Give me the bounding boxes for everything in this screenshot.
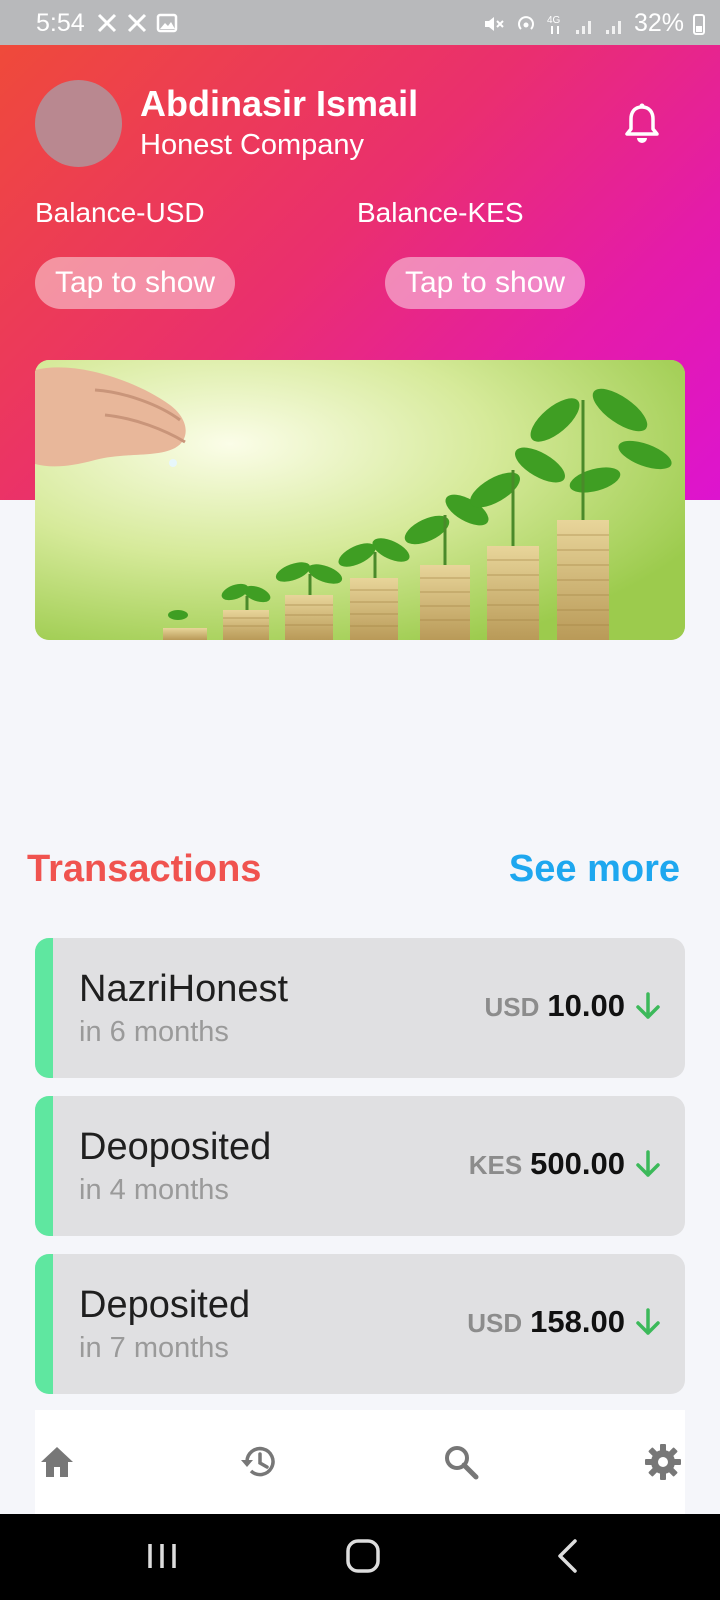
transaction-currency: USD (467, 1308, 523, 1338)
system-home-icon[interactable] (343, 1536, 383, 1576)
bottom-navigation (35, 1410, 685, 1514)
transaction-value: 500.00 (530, 1146, 625, 1181)
transaction-amount: USD 10.00 (485, 988, 663, 1024)
savings-banner-image (35, 360, 685, 640)
company-name: Honest Company (140, 129, 365, 161)
battery-icon (693, 13, 705, 35)
mute-icon (484, 16, 504, 31)
system-indicators: 4G 32% (482, 9, 706, 38)
status-bar: 5:54 4G 32% (0, 0, 720, 45)
status-time: 5:54 (36, 9, 85, 37)
battery-percent: 32% (633, 9, 684, 37)
transaction-card[interactable]: Deposited in 7 months USD 158.00 (35, 1254, 685, 1394)
arrow-down-icon (636, 992, 660, 1019)
bell-icon[interactable] (622, 102, 662, 146)
system-navigation-bar (0, 1514, 720, 1600)
user-name: Abdinasir Ismail (140, 83, 419, 124)
signal-icon (575, 20, 591, 34)
transaction-card[interactable]: Deoposited in 4 months KES 500.00 (35, 1096, 685, 1236)
card-accent-bar (35, 1254, 53, 1394)
card-accent-bar (35, 938, 53, 1078)
transaction-name: Deoposited (79, 1126, 272, 1168)
transaction-time: in 7 months (79, 1332, 229, 1364)
history-icon[interactable] (239, 1442, 279, 1482)
see-more-link[interactable]: See more (509, 848, 680, 891)
balance-kes-label: Balance-KES (357, 197, 524, 228)
transaction-time: in 6 months (79, 1016, 229, 1048)
transaction-name: NazriHonest (79, 968, 289, 1010)
x-icon (97, 13, 117, 33)
transaction-value: 10.00 (547, 988, 625, 1023)
notification-icons (96, 12, 178, 34)
transactions-title: Transactions (27, 848, 262, 890)
transaction-value: 158.00 (530, 1304, 625, 1339)
transaction-currency: KES (468, 1150, 523, 1180)
arrow-down-icon (636, 1150, 660, 1177)
settings-icon[interactable] (643, 1442, 683, 1482)
back-icon[interactable] (548, 1536, 588, 1576)
transaction-time: in 4 months (79, 1174, 229, 1206)
x-icon (127, 13, 147, 33)
image-icon (156, 13, 178, 33)
avatar[interactable] (35, 80, 122, 167)
transaction-amount: USD 158.00 (467, 1304, 663, 1340)
transaction-card[interactable]: NazriHonest in 6 months USD 10.00 (35, 938, 685, 1078)
hotspot-icon (518, 15, 534, 30)
svg-text:4G: 4G (547, 15, 561, 26)
search-icon[interactable] (441, 1442, 481, 1482)
home-icon[interactable] (37, 1442, 77, 1482)
transaction-name: Deposited (79, 1284, 251, 1326)
show-kes-balance-button[interactable]: Tap to show (385, 257, 586, 309)
transaction-amount: KES 500.00 (469, 1146, 663, 1182)
transaction-currency: USD (484, 992, 540, 1022)
signal-icon (605, 20, 621, 34)
arrow-down-icon (636, 1308, 660, 1335)
card-accent-bar (35, 1096, 53, 1236)
show-usd-balance-button[interactable]: Tap to show (35, 257, 236, 309)
balance-usd-label: Balance-USD (35, 197, 205, 228)
4g-icon: 4G (547, 15, 561, 34)
recent-apps-icon[interactable] (142, 1536, 182, 1576)
